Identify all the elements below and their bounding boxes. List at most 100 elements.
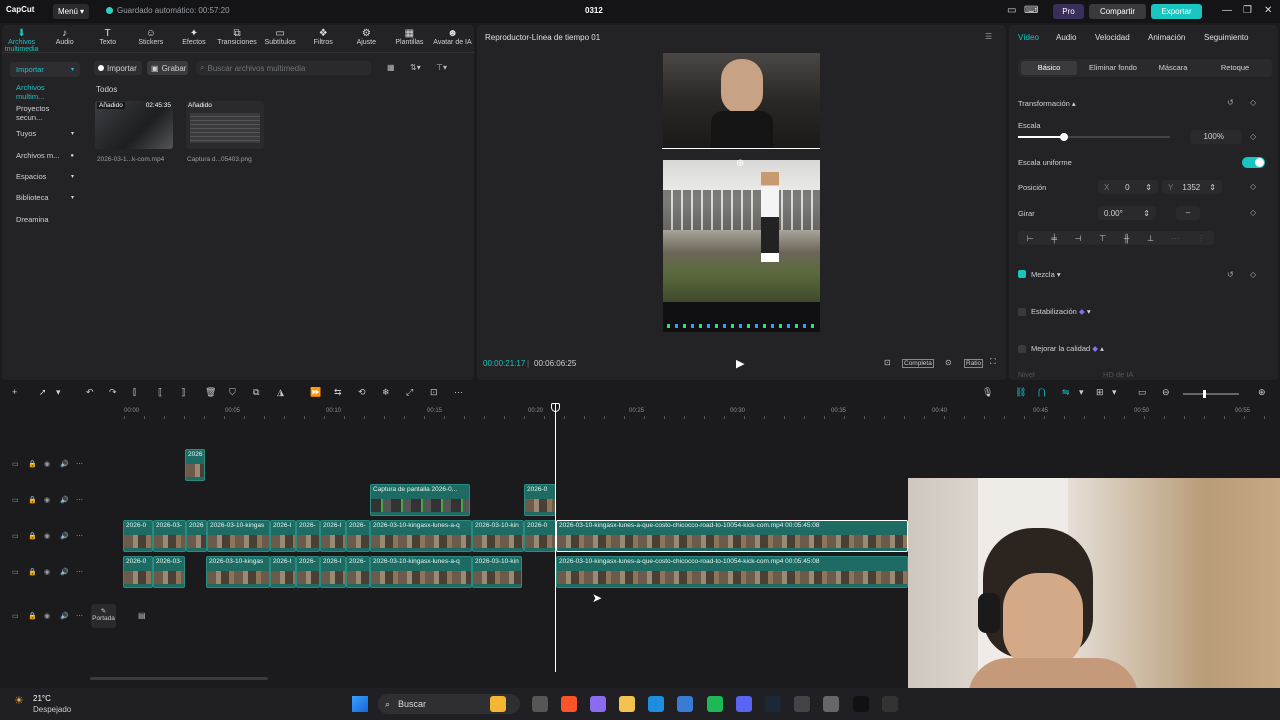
temperature[interactable]: 21°C [33, 694, 51, 703]
tool-media[interactable]: ⬇ Archivos multimedia [0, 25, 43, 53]
timeline-clip[interactable]: 2026-0 [123, 520, 153, 552]
capcut-taskbar-icon[interactable] [853, 696, 869, 712]
shield-icon[interactable]: ⛉ [229, 387, 236, 398]
media-item-video[interactable]: Añadido 02:45:35 [95, 101, 173, 149]
more-icon[interactable]: ⋯ [454, 387, 463, 398]
uniform-scale-toggle[interactable] [1242, 157, 1265, 168]
timeline-clip[interactable]: 2026- [346, 520, 370, 552]
visibility-icon[interactable]: ◉ [44, 460, 50, 468]
track-type-icon[interactable]: ▭ [12, 496, 19, 504]
timeline-clip[interactable]: 2026-03- [153, 556, 185, 588]
tool-filters[interactable]: ❖ Filtros [302, 25, 345, 51]
copilot-icon[interactable] [590, 696, 606, 712]
timeline-clip[interactable]: 2026-03-10-kin [472, 520, 524, 552]
files-icon[interactable] [490, 696, 506, 712]
visibility-icon[interactable]: ◉ [44, 496, 50, 504]
more-icon[interactable]: ⋯ [76, 532, 83, 540]
timeline-clip-selected[interactable]: 2026-03-10-kingasx-lunes-a-que-costo-chi… [556, 520, 908, 552]
close-icon[interactable]: ✕ [1264, 5, 1272, 16]
fit-icon[interactable]: ⊞ [1096, 387, 1104, 398]
split-left-icon[interactable]: ⟦ [158, 387, 162, 398]
keyframe-icon[interactable]: ◇ [1250, 98, 1256, 107]
tool-sticker[interactable]: ☺ Stickers [129, 25, 172, 51]
property-tab[interactable]: Velocidad [1095, 33, 1130, 42]
record-button[interactable]: ▣ Grabar [147, 61, 188, 75]
track-type-icon[interactable]: ▭ [12, 460, 19, 468]
timeline-clip[interactable]: 2026-03-10-kingas [206, 556, 270, 588]
timeline-clip[interactable]: 2026-0 [524, 484, 556, 516]
stabilize-checkbox[interactable] [1018, 308, 1026, 316]
cover-button[interactable]: ✎ Portada [91, 604, 116, 628]
chevron-down-icon[interactable]: ▾ [56, 387, 61, 398]
timeline-clip[interactable]: 2026 [185, 449, 205, 481]
edge-icon[interactable] [648, 696, 664, 712]
grid-view-icon[interactable]: ▦ [387, 63, 395, 72]
menu-button[interactable]: Menú ▾ [53, 4, 89, 19]
vpn-icon[interactable] [794, 696, 810, 712]
sidebar-item[interactable]: Espacios ▾ [10, 169, 80, 184]
store-icon[interactable] [677, 696, 693, 712]
brave-icon[interactable] [561, 696, 577, 712]
timeline-clip[interactable]: 2026-03-10-kingas [207, 520, 270, 552]
chevron-down-icon[interactable]: ▾ [1079, 387, 1084, 398]
property-tab[interactable]: Audio [1056, 33, 1076, 42]
split-icon[interactable]: ⫿ [133, 387, 136, 398]
link-icon[interactable]: ⛓ [1015, 387, 1026, 398]
property-subtab[interactable]: Máscara [1150, 61, 1196, 75]
position-y-input[interactable]: Y 1352 ⇕ [1162, 180, 1222, 194]
scale-input[interactable]: 100% [1190, 130, 1242, 144]
align-middle-icon[interactable]: ╫ [1124, 234, 1130, 243]
shortcut-icon[interactable]: ⌨ [1024, 5, 1038, 16]
sidebar-item[interactable]: Biblioteca ▾ [10, 190, 80, 205]
sidebar-item[interactable]: Dreamina [10, 212, 80, 227]
resize-icon[interactable]: ⤢ [406, 387, 413, 398]
sidebar-item[interactable]: Tuyos ▾ [10, 126, 80, 141]
windows-start-icon[interactable] [352, 696, 368, 712]
timeline-clip[interactable]: 2026-I [320, 556, 346, 588]
project-title[interactable]: 0312 [585, 6, 603, 15]
mask-icon[interactable]: ◮ [277, 387, 284, 398]
steam-icon[interactable] [765, 696, 781, 712]
tool-adjust[interactable]: ⚙ Ajuste [345, 25, 388, 51]
tool-subtitles[interactable]: ▭ Subtítulos [259, 25, 302, 51]
timeline-clip[interactable]: 2026-0 [524, 520, 556, 552]
rotate-flip-button[interactable]: – [1176, 206, 1200, 220]
media-search-input[interactable]: ⌕ Buscar archivos multimedia [196, 61, 371, 75]
lock-icon[interactable]: 🔒 [28, 612, 37, 620]
playhead-line[interactable] [555, 404, 556, 672]
screenshot-icon[interactable]: ⊙ [945, 358, 952, 367]
scale-slider[interactable] [1018, 133, 1170, 141]
pro-button[interactable]: Pro [1053, 4, 1084, 19]
more-icon[interactable]: ⋯ [76, 496, 83, 504]
maximize-icon[interactable]: ❐ [1243, 5, 1252, 16]
timeline-clip[interactable]: 2026 [186, 520, 207, 552]
mirror-icon[interactable]: ⇆ [334, 387, 342, 398]
property-tab[interactable]: Seguimiento [1204, 33, 1248, 42]
timeline-clip[interactable]: 2026-03-10-kin [472, 556, 522, 588]
track-type-icon[interactable]: ▭ [12, 612, 19, 620]
sidebar-item[interactable]: Archivos m... ● [10, 148, 80, 163]
transform-icon[interactable]: ⊡ [430, 387, 438, 398]
weather-text[interactable]: Despejado [33, 705, 71, 714]
preview-axis-icon[interactable]: ⇋ [1062, 387, 1070, 398]
timeline-clip[interactable]: 2026- [296, 556, 320, 588]
audio-icon[interactable]: 🔊 [60, 612, 69, 620]
keyframe-icon[interactable]: ◇ [1250, 182, 1256, 191]
tool-templates[interactable]: ▦ Plantillas [388, 25, 431, 51]
timeline-clip[interactable]: 2026-0 [123, 556, 153, 588]
align-center-icon[interactable]: ╪ [1051, 234, 1057, 243]
app-icon[interactable] [882, 696, 898, 712]
blend-checkbox[interactable] [1018, 270, 1026, 278]
enhance-checkbox[interactable] [1018, 345, 1026, 353]
zoom-out-icon[interactable]: ⊖ [1162, 387, 1170, 398]
more-icon[interactable]: ⋯ [76, 568, 83, 576]
mic-icon[interactable]: 🎙 [982, 387, 993, 398]
zoom-in-icon[interactable]: ⊕ [1258, 387, 1266, 398]
rotate-input[interactable]: 0.00° ⇕ [1098, 206, 1156, 220]
more-icon[interactable]: ⋯ [76, 612, 83, 620]
magnet-icon[interactable]: ⋂ [1038, 387, 1045, 398]
timeline-clip[interactable]: 2026-03-10-kingasx-lunes-a-q [370, 520, 472, 552]
captions-icon[interactable]: ▭ [1138, 387, 1147, 398]
align-top-icon[interactable]: ⊤ [1099, 234, 1106, 243]
tool-audio[interactable]: ♪ Audio [43, 25, 86, 51]
